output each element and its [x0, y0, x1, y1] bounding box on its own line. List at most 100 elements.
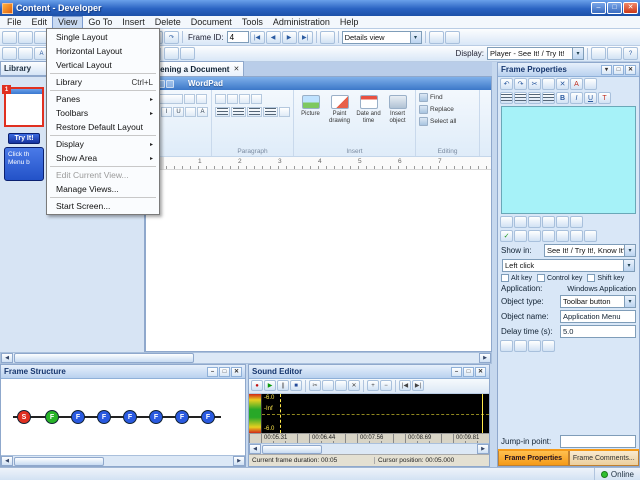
panel-close-icon[interactable]: ✕ [231, 366, 242, 377]
menu-document[interactable]: Document [186, 16, 237, 28]
zoom-out-icon[interactable]: − [380, 380, 392, 391]
cut-icon[interactable]: ✂ [309, 380, 321, 391]
tab-frame-comments[interactable]: Frame Comments... [568, 451, 639, 466]
scroll-right-icon[interactable]: ▶ [477, 444, 489, 454]
justify-icon[interactable] [542, 92, 555, 104]
delay-time-field[interactable]: 5.0 [560, 325, 636, 338]
waveform-display[interactable]: -6.0 -Inf -6.0 [262, 394, 489, 433]
panel-close-icon[interactable]: ✕ [625, 64, 636, 75]
object-type-dropdown[interactable]: Toolbar button ▾ [560, 295, 636, 308]
open-icon[interactable] [18, 30, 33, 44]
record-icon[interactable]: ● [251, 380, 263, 391]
frame-node[interactable]: F [45, 410, 59, 424]
scroll-left-icon[interactable]: ◀ [1, 353, 13, 363]
insert-picture-icon[interactable] [584, 78, 597, 90]
tab-close-icon[interactable]: ✕ [233, 65, 239, 73]
menu-item-toolbars[interactable]: Toolbars ▸ [47, 106, 159, 120]
zoom-in-icon[interactable]: + [367, 380, 379, 391]
scroll-right-icon[interactable]: ▶ [233, 456, 245, 466]
panel-pin-icon[interactable]: ▾ [601, 64, 612, 75]
close-button[interactable]: ✕ [623, 2, 638, 14]
show-in-dropdown[interactable]: See It! / Try It!, Know It?, P ▾ [544, 244, 636, 257]
caption-text-editor[interactable] [501, 106, 636, 214]
menu-item-library[interactable]: Library Ctrl+L [47, 75, 159, 89]
tab-frame-properties[interactable]: Frame Properties [498, 451, 569, 466]
shift-key-checkbox[interactable] [587, 274, 596, 282]
scroll-left-icon[interactable]: ◀ [1, 456, 13, 466]
highlight-style-icon[interactable] [542, 216, 555, 228]
paste-icon[interactable] [335, 380, 347, 391]
preview-style-icon[interactable] [556, 216, 569, 228]
frame-id-input[interactable]: 4 [226, 31, 249, 43]
sound-timeline[interactable]: 00:05.31 00:06.44 00:07.56 00:08.69 00:0… [249, 433, 489, 443]
menu-item-vertical-layout[interactable]: Vertical Layout [47, 58, 159, 72]
menu-item-manage-views[interactable]: Manage Views... [47, 182, 159, 196]
insert-image-icon[interactable] [18, 47, 33, 60]
copy-icon[interactable] [322, 380, 334, 391]
frame-node[interactable]: F [71, 410, 85, 424]
menu-item-show-area[interactable]: Show Area ▸ [47, 151, 159, 165]
menu-item-start-screen[interactable]: Start Screen... [47, 199, 159, 213]
new-document-icon[interactable] [2, 30, 17, 44]
go-end-icon[interactable]: ▶| [412, 380, 424, 391]
menu-item-panes[interactable]: Panes ▸ [47, 92, 159, 106]
menu-insert[interactable]: Insert [117, 16, 150, 28]
waveform-area[interactable]: -6.0 -Inf -6.0 [249, 394, 489, 433]
timing-icon[interactable] [500, 340, 513, 352]
scroll-left-icon[interactable]: ◀ [249, 444, 261, 454]
menu-delete[interactable]: Delete [150, 16, 186, 28]
frame-canvas[interactable]: WordPad B I U A [145, 77, 492, 352]
refresh-icon[interactable] [428, 30, 444, 44]
undo-icon[interactable]: ↶ [500, 78, 513, 90]
playback-cursor[interactable] [280, 394, 281, 433]
menu-file[interactable]: File [2, 16, 27, 28]
frame-node[interactable]: F [201, 410, 215, 424]
frame-structure-scrollbar[interactable]: ◀ ▶ [1, 455, 245, 466]
previous-frame-button[interactable]: ◀ [265, 30, 281, 44]
italic-icon[interactable]: I [570, 92, 583, 104]
redo-icon[interactable]: ↷ [164, 30, 179, 44]
scrollbar-thumb[interactable] [262, 444, 322, 454]
caption-balloon-thumbnail[interactable]: Click th Menu b [4, 147, 44, 181]
frame-node[interactable]: F [149, 410, 163, 424]
menu-help[interactable]: Help [335, 16, 364, 28]
panel-minimize-icon[interactable]: – [451, 366, 462, 377]
details-view-dropdown[interactable]: Details view ▾ [341, 30, 422, 44]
next-frame-button[interactable]: ▶ [281, 30, 297, 44]
frame-node[interactable]: F [97, 410, 111, 424]
panel-maximize-icon[interactable]: □ [219, 366, 230, 377]
table-icon[interactable] [570, 230, 583, 242]
display-mode-dropdown[interactable]: Player - See It! / Try It! ▾ [487, 47, 584, 60]
menu-tools[interactable]: Tools [237, 16, 268, 28]
stop-icon[interactable]: ■ [290, 380, 302, 391]
folder-icon[interactable] [514, 230, 527, 242]
settings-icon[interactable] [180, 47, 195, 60]
note-style-icon[interactable] [528, 216, 541, 228]
publish-icon[interactable] [164, 47, 179, 60]
sound-icon[interactable] [514, 340, 527, 352]
scrollbar-thumb[interactable] [14, 456, 104, 466]
goto-frame-icon[interactable] [319, 30, 335, 44]
apply-check-icon[interactable]: ✓ [500, 230, 513, 242]
balloon-style-icon[interactable] [514, 216, 527, 228]
mouse-action-dropdown[interactable]: Left click ▾ [502, 259, 635, 272]
panel-maximize-icon[interactable]: □ [613, 64, 624, 75]
scroll-right-icon[interactable]: ▶ [479, 353, 491, 363]
paste-style-icon[interactable] [556, 230, 569, 242]
font-icon[interactable]: A [570, 78, 583, 90]
redo-icon[interactable]: ↷ [514, 78, 527, 90]
panel-maximize-icon[interactable]: □ [463, 366, 474, 377]
delete-icon[interactable]: ✕ [556, 78, 569, 90]
cut-icon[interactable]: ✂ [528, 78, 541, 90]
caption-style-icon[interactable] [500, 216, 513, 228]
advanced-icon[interactable] [542, 340, 555, 352]
copy-style-icon[interactable] [542, 230, 555, 242]
jump-in-field[interactable] [560, 435, 636, 448]
control-key-checkbox[interactable] [537, 274, 546, 282]
align-left-icon[interactable] [500, 92, 513, 104]
play-icon[interactable]: ▶ [264, 380, 276, 391]
menu-edit[interactable]: Edit [27, 16, 53, 28]
menu-item-single-layout[interactable]: Single Layout [47, 30, 159, 44]
menu-item-restore-default-layout[interactable]: Restore Default Layout [47, 120, 159, 134]
frame-node-start[interactable]: S [17, 410, 31, 424]
